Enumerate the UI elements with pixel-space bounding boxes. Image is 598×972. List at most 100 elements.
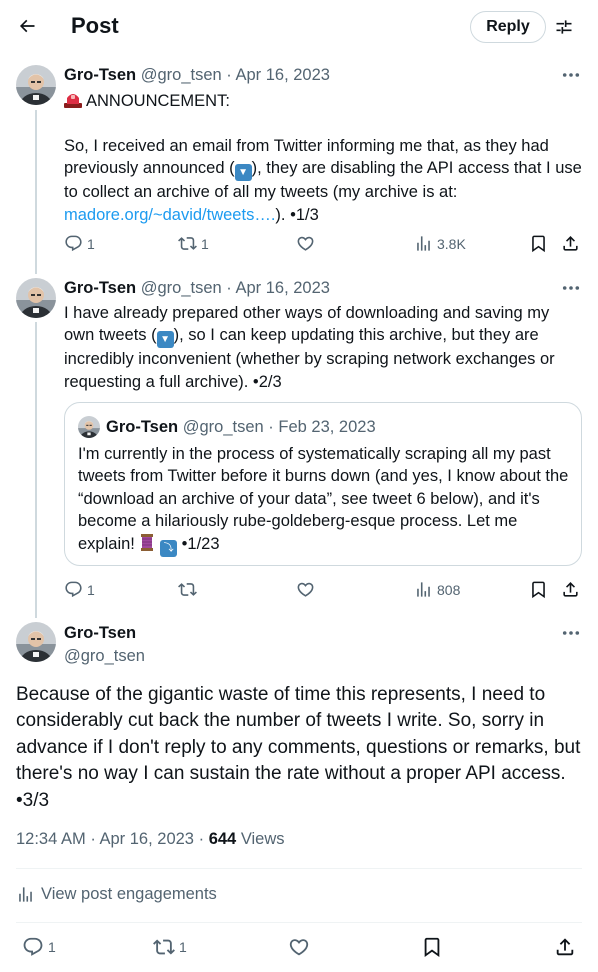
views-action[interactable]: 3.8K [414, 234, 466, 253]
views-count: 808 [437, 581, 461, 598]
engagements-label: View post engagements [41, 885, 217, 903]
tweet-text: I have already prepared other ways of do… [64, 302, 578, 393]
post-time[interactable]: 12:34 AM [16, 830, 86, 848]
back-arrow-icon [19, 19, 35, 33]
post-date[interactable]: Apr 16, 2023 [100, 830, 195, 848]
like-icon [296, 234, 315, 253]
tweet-header: Gro-Tsen @gro_tsen · Apr 16, 2023 [64, 279, 330, 298]
share-action[interactable] [554, 936, 576, 958]
bookmark-icon [529, 580, 548, 599]
announcement-heading: ANNOUNCEMENT: [86, 92, 230, 110]
repost-action[interactable]: 1 [178, 234, 209, 253]
down-arrow-emoji: ▼ [234, 164, 252, 182]
quote-header: Gro-Tsen @gro_tsen · Feb 23, 2023 [106, 418, 376, 437]
like-icon [296, 580, 315, 599]
tweet-date[interactable]: Apr 16, 2023 [235, 279, 330, 297]
bookmark-action[interactable] [421, 936, 443, 958]
avatar [78, 416, 100, 438]
like-icon [288, 936, 310, 958]
top-bar: Post Reply [0, 0, 598, 54]
like-action[interactable] [296, 234, 315, 253]
share-icon [561, 580, 580, 599]
separator-dot: · [198, 830, 205, 848]
separator-dot: · [226, 66, 232, 84]
views-icon [16, 885, 35, 904]
more-button[interactable] [561, 628, 581, 638]
share-action[interactable] [561, 580, 580, 599]
separator-dot: · [90, 830, 96, 848]
more-button[interactable] [561, 70, 581, 80]
bookmark-icon [529, 234, 548, 253]
archive-link[interactable]: madore.org/~david/tweets…. [64, 206, 275, 224]
repost-count: 1 [201, 235, 209, 252]
more-icon [562, 630, 580, 636]
author-handle[interactable]: @gro_tsen [64, 647, 145, 666]
avatar[interactable] [16, 622, 56, 662]
reply-action[interactable]: 1 [64, 580, 95, 599]
separator-dot: · [268, 418, 274, 436]
share-icon [554, 936, 576, 958]
share-action[interactable] [561, 234, 580, 253]
quote-text-part: •1/23 [177, 534, 220, 553]
post-text: Because of the gigantic waste of time th… [16, 684, 581, 811]
divider [16, 868, 582, 869]
views-icon [414, 580, 433, 599]
reply-action[interactable]: 1 [22, 936, 56, 958]
author-handle[interactable]: @gro_tsen [141, 279, 222, 297]
tweet-text: ANNOUNCEMENT: So, I received an email fr… [64, 90, 584, 226]
bookmark-action[interactable] [529, 580, 548, 599]
repost-action[interactable] [178, 580, 197, 599]
views-action[interactable]: 808 [414, 580, 460, 599]
siren-emoji [64, 94, 82, 108]
repost-action[interactable]: 1 [153, 936, 187, 958]
repost-icon [153, 936, 175, 958]
author-handle[interactable]: @gro_tsen [141, 66, 222, 84]
filter-icon [556, 20, 572, 34]
quote-author-handle: @gro_tsen [182, 418, 264, 436]
share-icon [561, 234, 580, 253]
reply-count: 1 [48, 939, 56, 955]
like-action[interactable] [296, 580, 315, 599]
quoted-tweet-card[interactable]: Gro-Tsen @gro_tsen · Feb 23, 2023 I'm cu… [64, 402, 582, 566]
bookmark-icon [421, 936, 443, 958]
tweet-header: Gro-Tsen @gro_tsen · Apr 16, 2023 [64, 66, 330, 85]
bookmark-action[interactable] [529, 234, 548, 253]
post-views-count: 644 [208, 830, 237, 848]
separator-dot: · [226, 279, 232, 297]
divider [16, 922, 582, 923]
avatar[interactable] [16, 278, 56, 318]
post-views-label: Views [240, 830, 285, 848]
tweet-date[interactable]: Apr 16, 2023 [235, 66, 330, 84]
tweet-text-part: ). •1/3 [275, 205, 319, 224]
reply-icon [64, 580, 83, 599]
views-count: 3.8K [437, 235, 466, 252]
more-button[interactable] [561, 283, 581, 293]
more-icon [562, 285, 580, 291]
view-engagements-link[interactable]: View post engagements [16, 885, 217, 904]
like-action[interactable] [288, 936, 310, 958]
reply-action[interactable]: 1 [64, 234, 95, 253]
avatar[interactable] [16, 65, 56, 105]
reply-button[interactable]: Reply [470, 11, 546, 43]
repost-icon [178, 580, 197, 599]
thread-line [35, 110, 37, 274]
right-arrow-emoji: ⤵ [160, 539, 178, 557]
thread-emoji [141, 533, 154, 551]
views-icon [414, 234, 433, 253]
reply-icon [22, 936, 44, 958]
quote-author-name: Gro-Tsen [106, 418, 179, 436]
author-name[interactable]: Gro-Tsen [64, 66, 136, 84]
down-arrow-emoji: ▼ [156, 331, 174, 349]
filter-button[interactable] [552, 14, 576, 40]
reply-count: 1 [87, 581, 95, 598]
author-name[interactable]: Gro-Tsen [64, 279, 136, 297]
repost-icon [178, 234, 197, 253]
repost-count: 1 [179, 939, 187, 955]
quote-date: Feb 23, 2023 [278, 418, 376, 436]
author-name[interactable]: Gro-Tsen [64, 624, 136, 643]
back-button[interactable] [14, 12, 40, 40]
reply-icon [64, 234, 83, 253]
thread-line [35, 322, 37, 618]
reply-count: 1 [87, 235, 95, 252]
quote-text: I'm currently in the process of systemat… [78, 443, 573, 557]
